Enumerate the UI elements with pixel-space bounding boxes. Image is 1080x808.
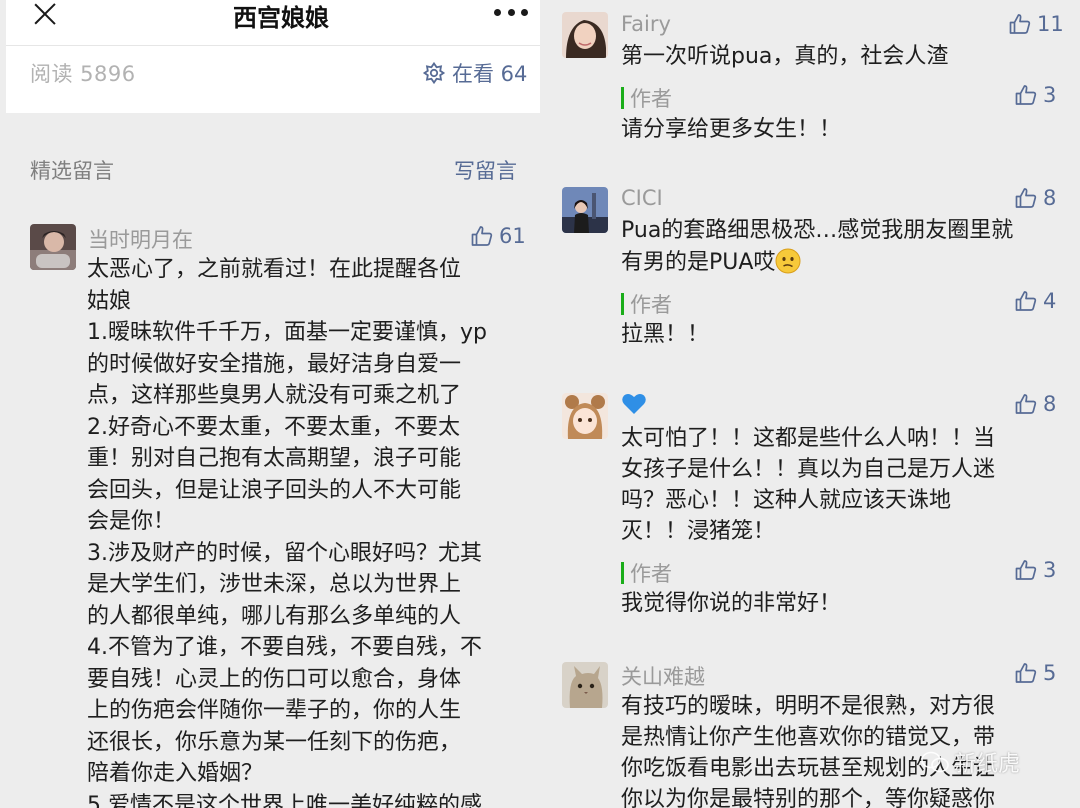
- left-panel: 西宫娘娘 阅读 5896 在看 64 精选留言 写留言 当时明月在 61 太恶心…: [0, 0, 544, 808]
- comment-text-line: Pua的套路细思极恐…感觉我朋友圈里就: [621, 218, 1014, 243]
- like-button[interactable]: 8: [1014, 392, 1056, 416]
- comment-text-line: 要自残！心灵上的伤口可以愈合，身体: [87, 666, 462, 692]
- thumbs-up-icon: [471, 226, 493, 246]
- comment-text-line: 4.不管为了谁，不要自残，不要自残，不: [87, 635, 482, 660]
- reply-text: 请分享给更多女生！！: [621, 117, 842, 142]
- wechat-logo-icon: [921, 751, 949, 773]
- like-count: 11: [1037, 12, 1064, 36]
- author-label: 作者: [630, 87, 672, 111]
- comment-text-line: 有技巧的暧昧，明明不是很熟，对方很: [621, 694, 996, 719]
- watermark-text: 新纸虎: [954, 752, 1021, 777]
- comment-text-line: 吗？恶心！！这种人就应该天诛地: [621, 488, 952, 513]
- divider: [6, 45, 540, 46]
- author-label: 作者: [630, 562, 672, 586]
- author-bar: [621, 87, 624, 109]
- confused-emoji-icon: [775, 248, 801, 274]
- avatar[interactable]: [562, 662, 608, 708]
- comment-text-line: 会回头，但是让浪子回头的人不大可能: [87, 477, 462, 503]
- commenter-name: 关山难越: [621, 665, 705, 689]
- like-count: 5: [1043, 661, 1057, 685]
- top-bar: 西宫娘娘: [6, 0, 540, 44]
- comment-text-line: 还很长，你乐意为某一任刻下的伤疤，: [87, 729, 462, 755]
- avatar[interactable]: [562, 187, 608, 233]
- author-reply-label: 作者: [621, 558, 672, 588]
- comment-text-line: 太恶心了，之前就看过！在此提醒各位: [87, 257, 462, 282]
- author-bar: [621, 562, 624, 584]
- author-label: 作者: [630, 293, 672, 317]
- reply-like-button[interactable]: 3: [1014, 558, 1056, 582]
- thumbs-up-icon: [1015, 291, 1037, 311]
- watermark: 新纸虎: [920, 746, 1020, 778]
- comment-text-line: 灭！！浸猪笼！: [621, 519, 776, 544]
- commenter-name: Fairy: [621, 12, 671, 36]
- comment-text-line: 点，这样那些臭男人就没有可乘之机了: [87, 383, 462, 408]
- like-button[interactable]: 5: [1014, 661, 1056, 685]
- thumbs-up-icon: [1015, 560, 1037, 580]
- comment-text-line: 会是你！: [87, 509, 176, 534]
- like-button[interactable]: 8: [1014, 186, 1056, 210]
- commenter-name: CICI: [621, 186, 663, 210]
- article-header: 西宫娘娘 阅读 5896 在看 64: [6, 0, 540, 113]
- comment-text-line: 姑娘: [87, 288, 132, 314]
- write-comment-link[interactable]: 写留言: [454, 155, 517, 185]
- thumbs-up-icon: [1015, 663, 1037, 683]
- comment-text: 第一次听说pua，真的，社会人渣: [621, 44, 949, 69]
- comment-text-fragment: 有男的是PUA哎: [621, 250, 776, 275]
- avatar[interactable]: [562, 393, 608, 439]
- reply-like-button[interactable]: 4: [1014, 289, 1056, 313]
- comment-text-line: 重！别对自己抱有太高期望，浪子可能: [87, 446, 462, 471]
- thumbs-up-icon: [1015, 85, 1037, 105]
- avatar[interactable]: [30, 224, 76, 270]
- comment-text-line: 太可怕了！！这都是些什么人呐！！当: [621, 426, 996, 451]
- comment-text-line: 你以为你是最特别的那个，等你疑惑你: [621, 787, 996, 808]
- thumbs-up-icon: [1015, 394, 1037, 414]
- flower-icon: [422, 61, 446, 85]
- page-title: 西宫娘娘: [233, 4, 329, 32]
- like-count: 4: [1043, 289, 1057, 313]
- like-count: 8: [1043, 186, 1057, 210]
- reply-text: 我觉得你说的非常好！: [621, 591, 842, 616]
- reply-like-button[interactable]: 3: [1014, 83, 1056, 107]
- like-count: 61: [499, 224, 526, 248]
- comment-text-line: 有男的是PUA哎: [621, 247, 801, 279]
- comment-text-line: 上的伤疤会伴随你一辈子的，你的人生: [87, 698, 462, 723]
- comment-text-line: 是大学生们，涉世未深，总以为世界上: [87, 572, 462, 597]
- commenter-name: [621, 392, 647, 420]
- comment-text-line: 女孩子是什么！！真以为自己是万人迷: [621, 457, 996, 482]
- comment-text-line: 的时候做好安全措施，最好洁身自爱一: [87, 351, 462, 377]
- comment-text-line: 5.爱情不是这个世界上唯一美好纯粹的感: [87, 792, 482, 808]
- comment-text: 太恶心了，之前就看过！在此提醒各位 姑娘 1.暧昧软件千千万，面基一定要谨慎，yp 的…: [87, 254, 487, 808]
- avatar[interactable]: [562, 12, 608, 58]
- like-count: 8: [1043, 392, 1057, 416]
- commenter-name: 当时明月在: [88, 228, 193, 252]
- thumbs-up-icon: [1009, 14, 1031, 34]
- comment-text-line: 3.涉及财产的时候，留个心眼好吗？尤其: [87, 540, 482, 566]
- comment-text-line: 陪着你走入婚姻？: [87, 761, 264, 786]
- author-bar: [621, 293, 624, 315]
- comment-text-line: 1.暧昧软件千千万，面基一定要谨慎，yp: [87, 320, 487, 345]
- close-icon[interactable]: [32, 1, 60, 29]
- looking-label: 在看 64: [452, 62, 528, 86]
- comments-section-title: 精选留言: [30, 159, 114, 183]
- like-button[interactable]: 61: [470, 224, 526, 248]
- comment-text-line: 2.好奇心不要太重，不要太重，不要太: [87, 414, 460, 440]
- author-reply-label: 作者: [621, 83, 672, 113]
- looking-button[interactable]: 在看 64: [422, 58, 527, 88]
- read-count: 阅读 5896: [30, 62, 136, 86]
- like-count: 3: [1043, 558, 1057, 582]
- author-reply-label: 作者: [621, 289, 672, 319]
- like-button[interactable]: 11: [1008, 12, 1064, 36]
- thumbs-up-icon: [1015, 188, 1037, 208]
- blue-heart-icon: [622, 394, 646, 414]
- reply-text: 拉黑！！: [621, 322, 710, 347]
- like-count: 3: [1043, 83, 1057, 107]
- right-panel: Fairy 11 第一次听说pua，真的，社会人渣 作者 3 请分享给更多女生！…: [544, 0, 1080, 808]
- comment-text-line: 的人都很单纯，哪儿有那么多单纯的人: [87, 603, 462, 629]
- more-icon[interactable]: [494, 9, 528, 17]
